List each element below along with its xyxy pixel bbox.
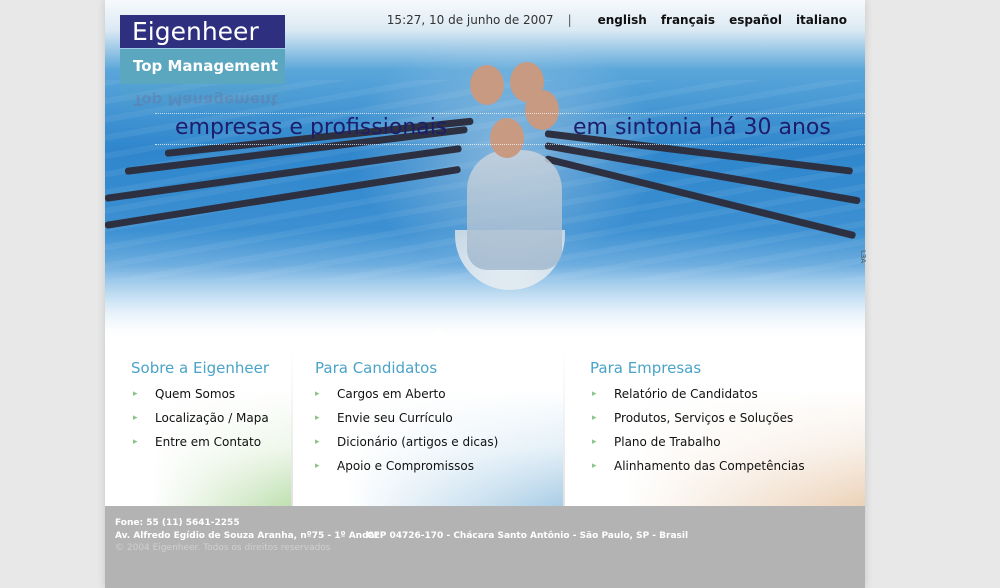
arrow-bullet-icon: ▸ bbox=[133, 413, 138, 423]
menu-link-label: Alinhamento das Competências bbox=[614, 459, 805, 473]
arrow-bullet-icon: ▸ bbox=[592, 437, 597, 447]
section-companies: Para Empresas ▸ Relatório de Candidatos ▸… bbox=[565, 340, 865, 506]
arrow-bullet-icon: ▸ bbox=[315, 413, 320, 423]
arrow-bullet-icon: ▸ bbox=[315, 437, 320, 447]
section-title-about: Sobre a Eigenheer bbox=[131, 359, 270, 377]
section-title-candidates: Para Candidatos bbox=[315, 359, 438, 377]
menu-link-apoio[interactable]: ▸ Apoio e Compromissos bbox=[315, 459, 474, 473]
footer: Fone: 55 (11) 5641-2255 Av. Alfredo Egíd… bbox=[105, 506, 865, 588]
menu-link-label: Produtos, Serviços e Soluções bbox=[614, 411, 794, 425]
footer-copyright: © 2004 Eigenheer. Todos os direitos rese… bbox=[115, 543, 331, 553]
menu-link-quem-somos[interactable]: ▸ Quem Somos bbox=[133, 387, 235, 401]
arrow-bullet-icon: ▸ bbox=[133, 389, 138, 399]
lang-french-link[interactable]: français bbox=[661, 13, 715, 27]
menu-link-label: Envie seu Currículo bbox=[337, 411, 453, 425]
menu-link-label: Entre em Contato bbox=[155, 435, 262, 449]
arrow-bullet-icon: ▸ bbox=[592, 461, 597, 471]
side-mark: L3A bbox=[859, 250, 867, 264]
hero-banner: empresas e profissionais em sintonia há … bbox=[105, 0, 865, 340]
lang-english-link[interactable]: english bbox=[598, 13, 647, 27]
menu-link-produtos[interactable]: ▸ Produtos, Serviços e Soluções bbox=[592, 411, 793, 425]
menu-link-localizacao[interactable]: ▸ Localização / Mapa bbox=[133, 411, 269, 425]
menu-link-label: Plano de Trabalho bbox=[614, 435, 721, 449]
logo-subtitle: Top Management bbox=[120, 49, 285, 84]
rower-head bbox=[470, 65, 504, 105]
menu-link-label: Dicionário (artigos e dicas) bbox=[337, 435, 499, 449]
hero-notch bbox=[425, 329, 453, 340]
tagline-right: em sintonia há 30 anos bbox=[573, 115, 831, 140]
menu-link-label: Quem Somos bbox=[155, 387, 236, 401]
menu-link-label: Apoio e Compromissos bbox=[337, 459, 475, 473]
arrow-bullet-icon: ▸ bbox=[315, 389, 320, 399]
section-candidates: Para Candidatos ▸ Cargos em Aberto ▸ Envie… bbox=[293, 340, 563, 506]
hero-fade bbox=[105, 265, 865, 340]
lang-spanish-link[interactable]: español bbox=[729, 13, 782, 27]
tagline-left: empresas e profissionais bbox=[175, 115, 448, 140]
logo[interactable]: Eigenheer Top Management Top Management bbox=[120, 15, 285, 115]
menu-link-curriculo[interactable]: ▸ Envie seu Currículo bbox=[315, 411, 453, 425]
menu-link-dicionario[interactable]: ▸ Dicionário (artigos e dicas) bbox=[315, 435, 498, 449]
arrow-bullet-icon: ▸ bbox=[315, 461, 320, 471]
lang-italian-link[interactable]: italiano bbox=[796, 13, 847, 27]
menu-section: Sobre a Eigenheer ▸ Quem Somos ▸ Localizaç… bbox=[105, 329, 865, 506]
arrow-bullet-icon: ▸ bbox=[133, 437, 138, 447]
rower-head bbox=[490, 118, 524, 158]
menu-link-label: Relatório de Candidatos bbox=[614, 387, 758, 401]
menu-link-contato[interactable]: ▸ Entre em Contato bbox=[133, 435, 261, 449]
top-bar: 15:27, 10 de junho de 2007 | english frança… bbox=[387, 13, 847, 27]
rower-figure bbox=[467, 150, 562, 270]
menu-link-label: Localização / Mapa bbox=[155, 411, 269, 425]
section-title-companies: Para Empresas bbox=[590, 359, 702, 377]
footer-cep: CEP 04726-170 - Chácara Santo Antônio - … bbox=[367, 531, 689, 541]
logo-wordmark: Eigenheer bbox=[120, 15, 285, 48]
page-container: empresas e profissionais em sintonia há … bbox=[105, 0, 865, 588]
arrow-bullet-icon: ▸ bbox=[592, 413, 597, 423]
menu-link-alinhamento[interactable]: ▸ Alinhamento das Competências bbox=[592, 459, 805, 473]
arrow-bullet-icon: ▸ bbox=[592, 389, 597, 399]
menu-link-label: Cargos em Aberto bbox=[337, 387, 446, 401]
datetime: 15:27, 10 de junho de 2007 bbox=[386, 13, 554, 27]
menu-link-relatorio[interactable]: ▸ Relatório de Candidatos bbox=[592, 387, 758, 401]
separator: | bbox=[567, 13, 572, 27]
rower-head bbox=[525, 90, 559, 130]
footer-phone: Fone: 55 (11) 5641-2255 bbox=[115, 518, 240, 528]
section-about: Sobre a Eigenheer ▸ Quem Somos ▸ Localizaç… bbox=[105, 340, 291, 506]
footer-address: Av. Alfredo Egídio de Souza Aranha, nº75… bbox=[115, 531, 380, 541]
menu-link-plano[interactable]: ▸ Plano de Trabalho bbox=[592, 435, 721, 449]
menu-link-cargos[interactable]: ▸ Cargos em Aberto bbox=[315, 387, 446, 401]
tagline-rule-bottom bbox=[155, 144, 865, 145]
logo-reflection: Top Management bbox=[120, 85, 285, 115]
